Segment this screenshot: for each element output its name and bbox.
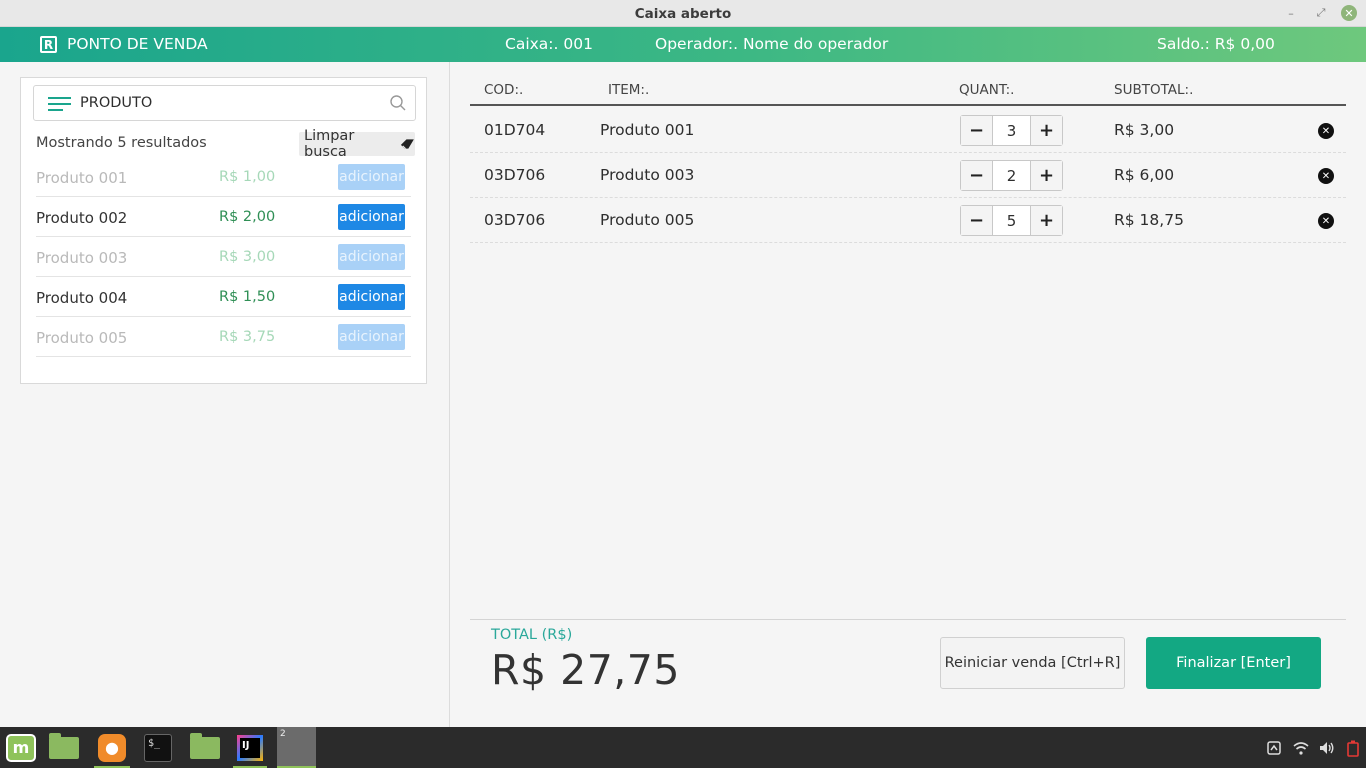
- caixa-number: Caixa:. 001: [505, 35, 593, 53]
- product-search-card: PRODUTO Mostrando 5 resultados Limpar bu…: [20, 77, 427, 384]
- quantity-input[interactable]: 3: [992, 116, 1031, 145]
- volume-icon[interactable]: [1318, 739, 1336, 757]
- product-row: Produto 001 R$ 1,00 adicionar: [36, 157, 411, 197]
- firefox-icon: ●: [98, 733, 126, 762]
- results-count: Mostrando 5 resultados: [36, 135, 207, 151]
- finish-sale-button[interactable]: Finalizar [Enter]: [1146, 637, 1321, 689]
- window-titlebar: Caixa aberto – ⤢ ✕: [0, 0, 1366, 27]
- mint-menu-button[interactable]: m: [4, 731, 38, 764]
- search-value[interactable]: PRODUTO: [80, 95, 152, 111]
- cart-subtotal: R$ 6,00: [1114, 166, 1175, 184]
- maximize-icon[interactable]: ⤢: [1312, 4, 1330, 22]
- cart-code: 03D706: [484, 166, 546, 184]
- product-price: R$ 2,00: [219, 209, 276, 225]
- col-subtotal: SUBTOTAL:.: [1114, 82, 1194, 98]
- intellij-icon: IJ: [237, 734, 263, 761]
- show-desktop-button[interactable]: [47, 731, 81, 764]
- remove-item-icon[interactable]: ✕: [1318, 213, 1334, 229]
- balance: Saldo.: R$ 0,00: [1157, 35, 1275, 53]
- wifi-icon[interactable]: [1292, 739, 1310, 757]
- product-price: R$ 3,75: [219, 329, 276, 345]
- product-row: Produto 005 R$ 3,75 adicionar: [36, 317, 411, 357]
- quantity-stepper: −2 +: [960, 160, 1063, 191]
- taskbar: m ● $_ IJ 2: [0, 727, 1366, 768]
- col-cod: COD:.: [484, 82, 524, 98]
- product-row: Produto 003 R$ 3,00 adicionar: [36, 237, 411, 277]
- increase-quantity-button[interactable]: +: [1031, 116, 1062, 145]
- product-name: Produto 003: [36, 249, 128, 267]
- product-price: R$ 1,50: [219, 289, 276, 305]
- increase-quantity-button[interactable]: +: [1031, 206, 1062, 235]
- app-header: R PONTO DE VENDA Caixa:. 001 Operador:. …: [0, 27, 1366, 62]
- search-icon[interactable]: [389, 94, 407, 112]
- cart-subtotal: R$ 3,00: [1114, 121, 1175, 139]
- logo-icon: R: [40, 36, 57, 53]
- product-price: R$ 1,00: [219, 169, 276, 185]
- clear-search-label: Limpar busca: [304, 128, 355, 160]
- product-row: Produto 002 R$ 2,00 adicionar: [36, 197, 411, 237]
- cart-item-name: Produto 001: [600, 121, 695, 139]
- cart-subtotal: R$ 18,75: [1114, 211, 1184, 229]
- cart-header: COD:. ITEM:. QUANT:. SUBTOTAL:.: [470, 78, 1346, 106]
- decrease-quantity-button[interactable]: −: [961, 206, 992, 235]
- folder-icon: [190, 732, 220, 759]
- add-product-button[interactable]: adicionar: [338, 164, 405, 190]
- product-name: Produto 001: [36, 169, 128, 187]
- cart-row: 01D704 Produto 001 −3 + R$ 3,00 ✕: [470, 108, 1346, 153]
- product-name: Produto 004: [36, 289, 128, 307]
- cart-item-name: Produto 003: [600, 166, 695, 184]
- col-quant: QUANT:.: [959, 82, 1015, 98]
- brand-title: PONTO DE VENDA: [67, 35, 208, 53]
- quantity-stepper: −5 +: [960, 205, 1063, 236]
- clear-search-button[interactable]: Limpar busca: [299, 128, 415, 160]
- window-title: Caixa aberto: [634, 6, 732, 22]
- product-name: Produto 005: [36, 329, 128, 347]
- mint-logo-icon: m: [6, 733, 36, 762]
- product-row: Produto 004 R$ 1,50 adicionar: [36, 277, 411, 317]
- terminal-icon: $_: [144, 733, 172, 762]
- cart-code: 01D704: [484, 121, 546, 139]
- cart-code: 03D706: [484, 211, 546, 229]
- add-product-button[interactable]: adicionar: [338, 284, 405, 310]
- active-window-button[interactable]: 2: [277, 727, 316, 768]
- cart-list: 01D704 Produto 001−3 + R$ 3,00 ✕ 03D706 Produt…: [470, 108, 1346, 243]
- quantity-input[interactable]: 5: [992, 206, 1031, 235]
- battery-icon[interactable]: [1344, 739, 1362, 757]
- cart-item-name: Produto 005: [600, 211, 695, 229]
- desktop-icon: [49, 732, 79, 759]
- reset-sale-button[interactable]: Reiniciar venda [Ctrl+R]: [940, 637, 1125, 689]
- minimize-icon[interactable]: –: [1282, 4, 1300, 22]
- total-value: R$ 27,75: [491, 646, 680, 694]
- increase-quantity-button[interactable]: +: [1031, 161, 1062, 190]
- decrease-quantity-button[interactable]: −: [961, 161, 992, 190]
- workspace-number: 2: [280, 729, 286, 739]
- add-product-button[interactable]: adicionar: [338, 244, 405, 270]
- product-list: Produto 001 R$ 1,00 adicionar Produto 002 R$…: [36, 157, 411, 357]
- eraser-icon: [401, 139, 415, 150]
- remove-item-icon[interactable]: ✕: [1318, 168, 1334, 184]
- product-name: Produto 002: [36, 209, 128, 227]
- remove-item-icon[interactable]: ✕: [1318, 123, 1334, 139]
- total-label: TOTAL (R$): [491, 627, 573, 643]
- decrease-quantity-button[interactable]: −: [961, 116, 992, 145]
- col-item: ITEM:.: [608, 82, 650, 98]
- close-icon[interactable]: ✕: [1341, 5, 1357, 21]
- firefox-launcher[interactable]: ●: [96, 731, 128, 764]
- search-input[interactable]: PRODUTO: [33, 85, 416, 121]
- quantity-stepper: −3 +: [960, 115, 1063, 146]
- add-product-button[interactable]: adicionar: [338, 204, 405, 230]
- intellij-launcher[interactable]: IJ: [235, 731, 265, 764]
- product-price: R$ 3,00: [219, 249, 276, 265]
- files-launcher[interactable]: [188, 731, 222, 764]
- filter-menu-icon[interactable]: [48, 97, 71, 111]
- update-manager-icon[interactable]: [1266, 739, 1282, 757]
- divider: [470, 619, 1346, 620]
- cart-row: 03D706 Produto 003 −2 + R$ 6,00 ✕: [470, 153, 1346, 198]
- operator-name: Operador:. Nome do operador: [655, 35, 889, 53]
- intellij-label: IJ: [240, 737, 260, 758]
- add-product-button[interactable]: adicionar: [338, 324, 405, 350]
- cart-row: 03D706 Produto 005 −5 + R$ 18,75 ✕: [470, 198, 1346, 243]
- terminal-launcher[interactable]: $_: [142, 731, 174, 764]
- quantity-input[interactable]: 2: [992, 161, 1031, 190]
